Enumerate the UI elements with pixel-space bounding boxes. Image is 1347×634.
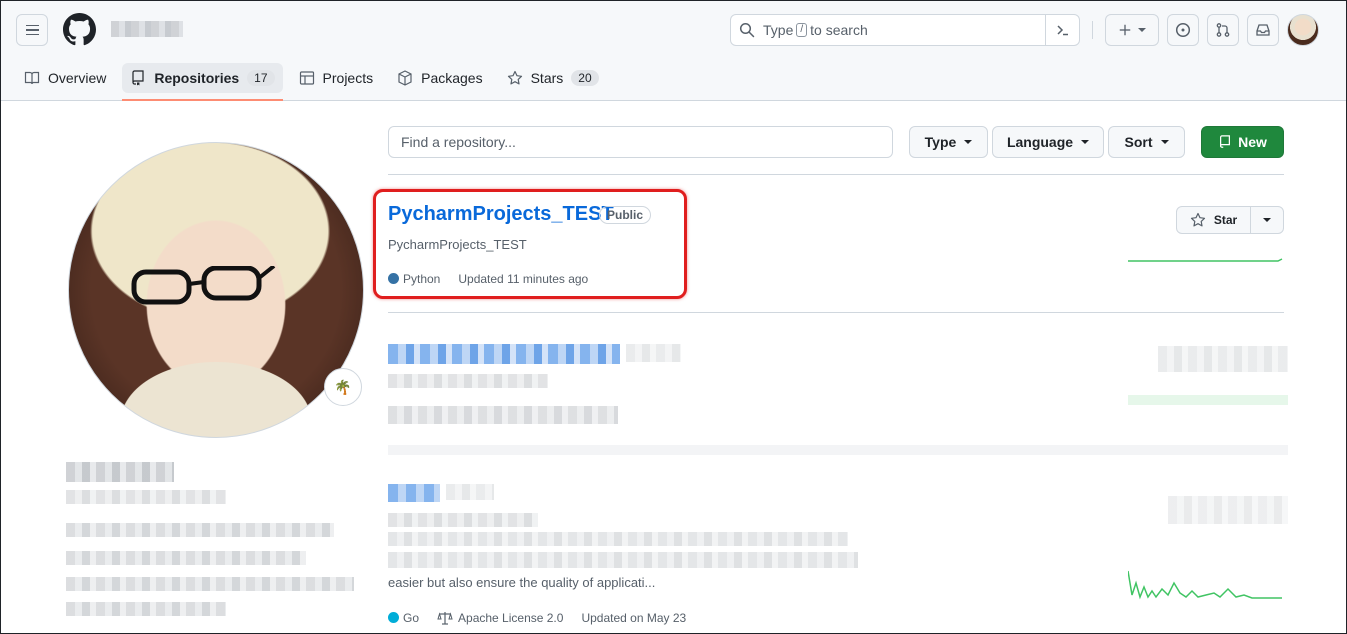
repo-meta-redacted: [388, 406, 618, 424]
chevron-down-icon: [1138, 28, 1146, 32]
language-filter-label: Language: [1006, 134, 1074, 150]
tab-label: Repositories: [154, 70, 240, 86]
tab-label: Overview: [48, 70, 107, 86]
new-repository-button[interactable]: New: [1201, 126, 1284, 158]
inbox-button[interactable]: [1247, 14, 1279, 46]
divider: [388, 174, 1284, 175]
username-redacted[interactable]: [111, 21, 183, 37]
terminal-icon: [1056, 25, 1068, 36]
activity-sparkline: [1128, 570, 1282, 600]
header-divider: [1092, 21, 1093, 39]
github-logo-icon[interactable]: [63, 13, 96, 46]
profile-name-redacted: [66, 462, 174, 482]
star-button[interactable]: Star: [1177, 207, 1251, 233]
repo-icon: [132, 70, 144, 86]
tab-label: Projects: [322, 70, 374, 86]
repo-meta: Go Apache License 2.0 Updated on May 23: [388, 611, 686, 625]
type-filter-label: Type: [924, 134, 957, 150]
star-icon: [507, 70, 522, 85]
repo-license: Apache License 2.0: [437, 611, 563, 625]
stars-count-badge: 20: [571, 70, 599, 86]
tab-label: Stars: [530, 70, 564, 86]
star-list-dropdown[interactable]: [1251, 207, 1283, 233]
pull-request-icon: [1216, 23, 1230, 37]
profile-bio-redacted: [66, 602, 226, 616]
repo-description: easier but also ensure the quality of ap…: [388, 575, 656, 590]
repo-language: Go: [388, 611, 419, 625]
repo-count-badge: 17: [247, 70, 275, 86]
chevron-down-icon: [1160, 140, 1169, 144]
menu-button[interactable]: [16, 14, 48, 46]
status-emoji-button[interactable]: 🌴: [324, 368, 362, 406]
chevron-down-icon: [964, 140, 973, 144]
repo-description-redacted: [388, 513, 538, 527]
profile-avatar-glasses: [131, 266, 276, 305]
sort-filter-label: Sort: [1124, 134, 1153, 150]
sort-filter-button[interactable]: Sort: [1108, 126, 1185, 158]
palm-tree-icon: 🌴: [334, 378, 352, 395]
tab-repositories[interactable]: Repositories 17: [122, 63, 283, 101]
issue-icon: [1175, 22, 1191, 38]
tab-overview[interactable]: Overview: [16, 63, 114, 93]
book-icon: [24, 71, 40, 85]
chevron-down-icon: [1081, 140, 1090, 144]
star-button-redacted[interactable]: [1158, 346, 1288, 372]
repo-description-redacted: [388, 532, 848, 546]
visibility-badge-redacted: [626, 344, 681, 362]
star-label: Star: [1213, 213, 1238, 227]
global-search[interactable]: Type / to search: [730, 14, 1080, 46]
inbox-icon: [1256, 24, 1270, 36]
license-label: Apache License 2.0: [458, 611, 564, 625]
type-filter-button[interactable]: Type: [909, 126, 988, 158]
issues-button[interactable]: [1167, 14, 1199, 46]
tab-stars[interactable]: Stars 20: [499, 63, 607, 93]
command-palette-button[interactable]: [1045, 15, 1079, 45]
annotation-highlight-box: [373, 189, 687, 299]
repo-description-redacted: [388, 374, 548, 388]
plus-icon: [1119, 24, 1131, 36]
package-icon: [398, 70, 412, 86]
app-header: Type / to search Overview Repositories 1…: [1, 1, 1346, 101]
chevron-down-icon: [1263, 218, 1271, 222]
pull-requests-button[interactable]: [1207, 14, 1239, 46]
profile-tabs: Overview Repositories 17 Projects Packag…: [16, 63, 615, 101]
table-icon: [299, 71, 314, 85]
user-avatar[interactable]: [1287, 14, 1319, 46]
language-filter-button[interactable]: Language: [992, 126, 1104, 158]
tab-label: Packages: [421, 70, 483, 86]
divider-redacted: [388, 445, 1288, 455]
find-repository-input[interactable]: [388, 126, 893, 158]
star-icon: [1190, 212, 1205, 227]
law-scale-icon: [437, 612, 453, 625]
create-new-button[interactable]: [1105, 14, 1159, 46]
profile-username-redacted: [66, 490, 226, 504]
divider: [388, 312, 1284, 313]
repo-name-redacted[interactable]: [388, 344, 620, 364]
language-color-dot: [388, 612, 399, 623]
search-shortcut-key: /: [796, 23, 808, 37]
repo-name-redacted[interactable]: [388, 484, 440, 502]
tab-packages[interactable]: Packages: [389, 63, 490, 93]
repo-updated: Updated on May 23: [581, 611, 687, 625]
star-button-redacted[interactable]: [1168, 496, 1288, 524]
new-button-label: New: [1238, 134, 1267, 150]
profile-bio-redacted: [66, 523, 334, 537]
profile-bio-redacted: [66, 577, 354, 591]
repo-description-redacted: [388, 552, 858, 568]
search-icon: [739, 22, 755, 38]
language-label: Go: [403, 611, 420, 625]
activity-sparkline-redacted: [1128, 395, 1288, 405]
star-button-group[interactable]: Star: [1176, 206, 1284, 234]
activity-sparkline: [1128, 258, 1283, 262]
repo-icon: [1220, 135, 1231, 148]
tab-projects[interactable]: Projects: [291, 63, 382, 93]
search-hint: Type / to search: [763, 22, 868, 38]
profile-bio-redacted: [66, 551, 306, 565]
visibility-badge-redacted: [446, 484, 494, 500]
